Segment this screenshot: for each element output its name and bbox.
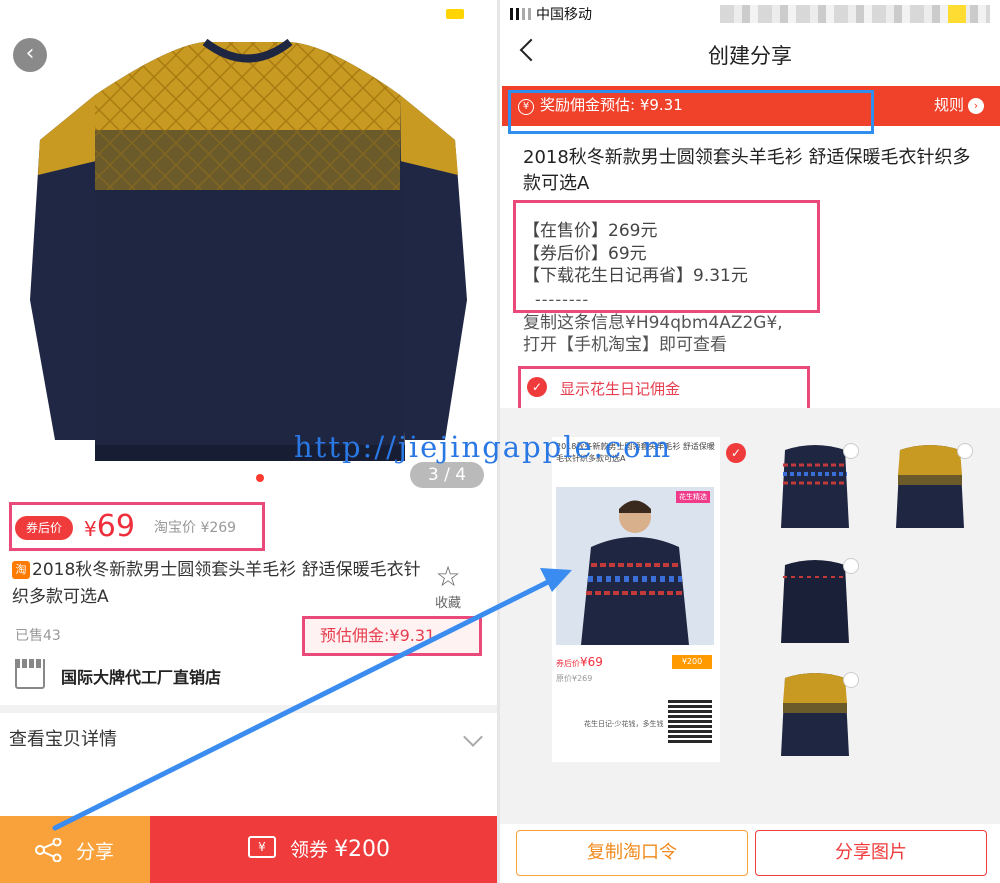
highlight-blue: [508, 90, 874, 134]
taobao-price: 淘宝价 ¥269: [154, 520, 237, 536]
product-title: 淘 2018秋冬新款男士圆领套头羊毛衫 舒适保暖毛衣针织多款可选A: [12, 557, 422, 611]
coupon-label: 领券 ¥200: [290, 835, 390, 862]
qr-code: [668, 699, 712, 743]
rules-label: 规则: [933, 96, 964, 114]
get-coupon-button[interactable]: ¥ 领券 ¥200: [150, 816, 497, 883]
after-coupon-badge: 券后价: [15, 516, 73, 540]
page-indicator: 3 / 4: [410, 462, 484, 488]
unselected-check-icon[interactable]: [957, 443, 973, 459]
favorite-label: 收藏: [434, 596, 461, 611]
unselected-check-icon[interactable]: [843, 443, 859, 459]
carrier: 中国移动: [536, 7, 592, 23]
watermark: http://jiejingapple.com: [294, 430, 673, 464]
commission-estimate: 预估佣金:¥9.31: [302, 616, 482, 656]
selected-check-icon[interactable]: ✓: [726, 443, 746, 463]
status-bar: 中国移动: [510, 4, 592, 24]
share-image-preview[interactable]: 2018秋冬新款男士圆领套头羊毛衫 舒适保暖毛衣针织多款可选A 花生精选 券后价…: [552, 437, 720, 762]
price-line: 【下载花生日记再省】9.31元: [523, 266, 748, 286]
coupon-amount: ¥200: [334, 837, 391, 862]
sweater-image: [30, 38, 467, 461]
store-row[interactable]: 国际大牌代工厂直销店: [15, 657, 485, 699]
share-label: 分享: [76, 841, 115, 863]
coupon-label-text: 领券: [290, 839, 329, 861]
status-bar-blurred: [720, 5, 990, 23]
section-divider: [0, 705, 497, 713]
price-line: 【在售价】269元: [523, 221, 658, 241]
favorite-button[interactable]: ☆ 收藏: [430, 560, 466, 612]
page-title: 创建分享: [708, 44, 792, 68]
unselected-check-icon[interactable]: [843, 558, 859, 574]
share-icon: [35, 838, 62, 862]
back-icon: ‹: [25, 41, 35, 66]
taobao-icon: 淘: [12, 561, 30, 579]
sold-count: 已售43: [15, 628, 61, 644]
coupon-price: ¥69: [84, 505, 135, 551]
chevron-down-icon[interactable]: [463, 727, 483, 747]
view-details[interactable]: 查看宝贝详情: [9, 725, 117, 751]
copy-line: 打开【手机淘宝】即可查看: [523, 335, 727, 355]
store-icon: [15, 659, 45, 689]
price-value: 69: [96, 509, 135, 544]
share-actions: 复制淘口令 分享图片: [500, 824, 1000, 883]
preview-price-label: 券后价: [556, 659, 580, 668]
product-image[interactable]: ‹ 3 / 4: [0, 0, 497, 500]
price-symbol: ¥: [84, 517, 97, 541]
copy-line: 复制这条信息¥H94qbm4AZ2G¥,: [523, 313, 783, 333]
rules-arrow-icon: ›: [968, 98, 984, 114]
store-name: 国际大牌代工厂直销店: [61, 668, 222, 687]
share-title: 2018秋冬新款男士圆领套头羊毛衫 舒适保暖毛衣针织多款可选A: [523, 147, 971, 194]
status-indicator: [446, 9, 464, 19]
preview-tag: 花生精选: [676, 491, 710, 503]
star-icon: ☆: [435, 560, 461, 593]
checkmark-icon[interactable]: ✓: [527, 377, 547, 397]
model-photo: [556, 487, 714, 645]
price-line: 【券后价】69元: [523, 243, 647, 264]
copy-taobao-code-button[interactable]: 复制淘口令: [516, 830, 748, 876]
ticket-icon: ¥: [248, 836, 276, 858]
preview-orig-price: 原价¥269: [556, 674, 593, 683]
copy-info: 复制这条信息¥H94qbm4AZ2G¥, 打开【手机淘宝】即可查看: [523, 312, 783, 356]
preview-price: 券后价¥69: [556, 655, 603, 669]
dashes: --------: [535, 290, 590, 309]
preview-coupon: ¥200: [672, 655, 712, 669]
signal-icon: [510, 8, 532, 20]
unselected-check-icon[interactable]: [843, 672, 859, 688]
back-button[interactable]: ‹: [13, 38, 47, 72]
product-title-text: 2018秋冬新款男士圆领套头羊毛衫 舒适保暖毛衣针织多款可选A: [12, 560, 421, 607]
carousel-dot: [256, 474, 264, 482]
preview-photo: 花生精选: [556, 487, 714, 645]
share-image-button[interactable]: 分享图片: [755, 830, 987, 876]
share-button[interactable]: 分享: [0, 816, 150, 883]
bottom-action-bar: 分享 ¥ 领券 ¥200: [0, 816, 497, 883]
price-info: 【在售价】269元 【券后价】69元 【下载花生日记再省】9.31元: [523, 220, 748, 288]
show-commission-label[interactable]: 显示花生日记佣金: [560, 378, 680, 399]
price-box: 券后价 ¥69 淘宝价 ¥269: [9, 502, 265, 551]
rules-link[interactable]: 规则 ›: [934, 94, 984, 115]
preview-price-value: ¥69: [580, 655, 603, 669]
